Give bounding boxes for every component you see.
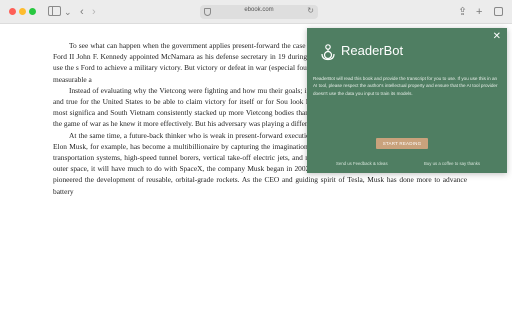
close-icon[interactable]: ✕ bbox=[493, 31, 501, 42]
chevron-down-icon[interactable]: ⌄ bbox=[64, 4, 72, 20]
address-bar[interactable]: ebook.com ↻ bbox=[200, 5, 318, 19]
back-button[interactable]: ‹ bbox=[80, 4, 84, 20]
reload-icon[interactable]: ↻ bbox=[307, 6, 314, 15]
start-reading-button[interactable]: START READING bbox=[376, 138, 428, 149]
buy-coffee-link[interactable]: Buy us a coffee to say thanks bbox=[424, 161, 480, 166]
share-icon[interactable]: ⇪ bbox=[458, 4, 467, 20]
popup-title: ReaderBot bbox=[341, 43, 404, 58]
minimize-window-button[interactable] bbox=[19, 8, 26, 15]
readerbot-popup: ✕ ReaderBot ReaderBot will read this boo… bbox=[307, 28, 507, 173]
browser-toolbar: ⌄ ‹ › ebook.com ↻ ⇪ + bbox=[0, 0, 512, 24]
forward-button[interactable]: › bbox=[92, 4, 96, 20]
feedback-link[interactable]: Send us Feedback & Ideas bbox=[336, 161, 388, 166]
url-text: ebook.com bbox=[244, 7, 274, 13]
readerbot-logo-icon bbox=[321, 44, 335, 61]
zoom-window-button[interactable] bbox=[29, 8, 36, 15]
close-window-button[interactable] bbox=[9, 8, 16, 15]
plus-icon[interactable]: + bbox=[476, 4, 482, 20]
tabs-icon[interactable] bbox=[494, 7, 503, 16]
popup-description: ReaderBot will read this book and provid… bbox=[313, 76, 498, 96]
sidebar-icon[interactable] bbox=[48, 6, 61, 16]
